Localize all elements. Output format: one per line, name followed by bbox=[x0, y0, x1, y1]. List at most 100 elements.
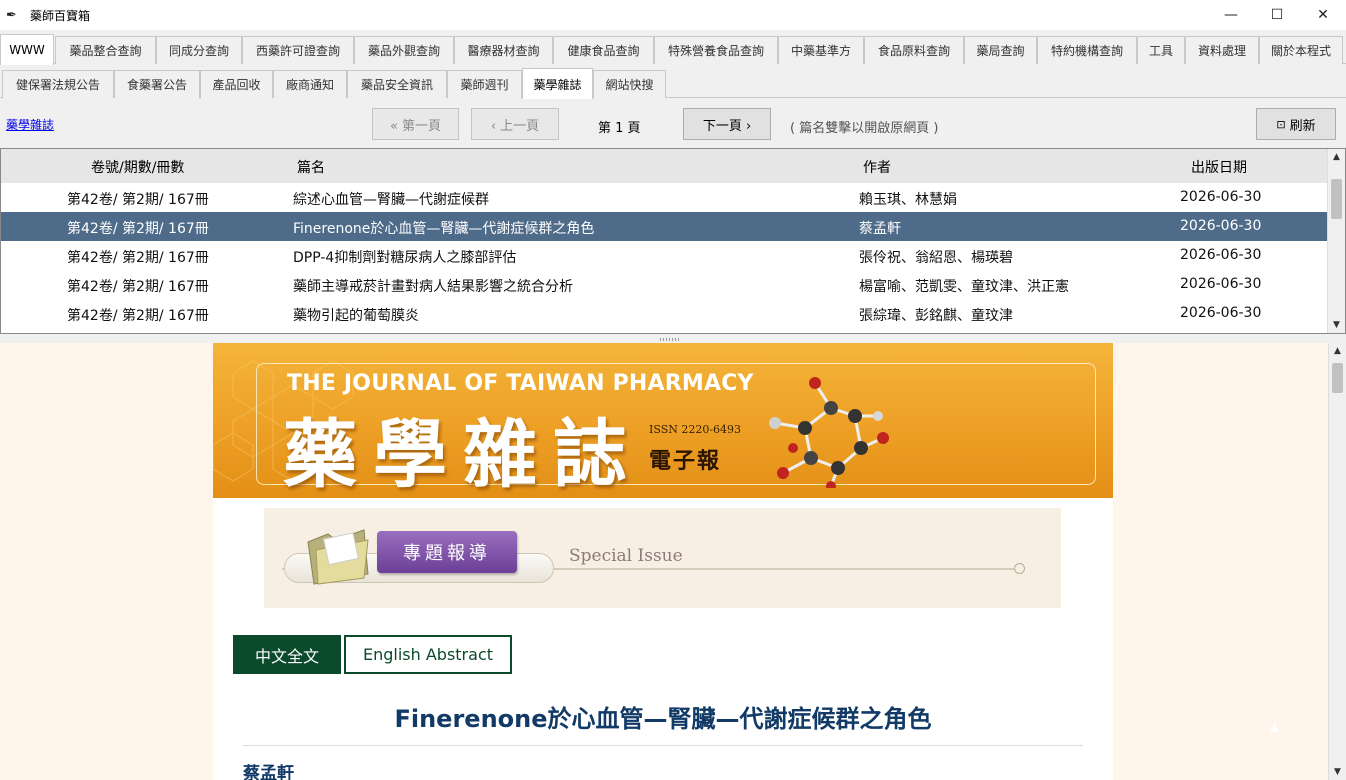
cell-author: 賴玉琪、林慧娟 bbox=[859, 192, 957, 208]
web-scroll-up-icon[interactable]: ▲ bbox=[1329, 344, 1346, 358]
journal-banner: THE JOURNAL OF TAIWAN PHARMACY 藥學雜誌 ISSN… bbox=[213, 343, 1113, 498]
cell-author: 蔡孟軒 bbox=[859, 221, 901, 237]
web-view: THE JOURNAL OF TAIWAN PHARMACY 藥學雜誌 ISSN… bbox=[0, 343, 1346, 780]
column-header-volume[interactable]: 卷號/期數/冊數 bbox=[91, 157, 184, 177]
web-page: THE JOURNAL OF TAIWAN PHARMACY 藥學雜誌 ISSN… bbox=[213, 343, 1113, 780]
cell-date: 2026-06-30 bbox=[1180, 189, 1262, 205]
window-controls: — ☐ ✕ bbox=[1208, 0, 1346, 30]
english-abstract-tab[interactable]: English Abstract bbox=[344, 635, 512, 674]
journal-link[interactable]: 藥學雜誌 bbox=[6, 116, 54, 133]
tab-appearance-search[interactable]: 藥品外觀查詢 bbox=[354, 36, 454, 64]
cell-volume: 第42卷/ 第2期/ 167冊 bbox=[67, 308, 209, 324]
main-tab-bar: WWW 藥品整合查詢 同成分查詢 西藥許可證查詢 藥品外觀查詢 醫療器材查詢 健… bbox=[0, 34, 1346, 65]
cell-date: 2026-06-30 bbox=[1180, 247, 1262, 263]
prev-page-button[interactable]: ‹ 上一頁 bbox=[471, 108, 559, 140]
cell-title: DPP-4抑制劑對糖尿病人之膝部評估 bbox=[293, 250, 517, 266]
tab-food-ingredient[interactable]: 食品原料查詢 bbox=[864, 36, 964, 64]
cell-title: 藥物引起的葡萄膜炎 bbox=[293, 308, 419, 324]
subtab-pharmacist-weekly[interactable]: 藥師週刊 bbox=[447, 70, 522, 98]
molecule-icon bbox=[769, 377, 889, 488]
refresh-button[interactable]: ⊡ 刷新 bbox=[1256, 108, 1336, 140]
sub-tab-bar: 健保署法規公告 食藥署公告 產品回收 廠商通知 藥品安全資訊 藥師週刊 藥學雜誌… bbox=[0, 68, 1346, 99]
tab-health-food[interactable]: 健康食品查詢 bbox=[553, 36, 654, 64]
table-row[interactable]: 第42卷/ 第2期/ 167冊 藥物引起的葡萄膜炎 張綜瑋、彭銘麒、童玟津 20… bbox=[1, 299, 1327, 328]
banner-chinese-title: 藥學雜誌 bbox=[283, 412, 643, 498]
subtab-product-recall[interactable]: 產品回收 bbox=[200, 70, 273, 98]
special-issue-badge: 專題報導 bbox=[377, 531, 517, 573]
special-dot-icon bbox=[1014, 563, 1025, 574]
scroll-up-icon[interactable]: ▲ bbox=[1328, 150, 1345, 164]
special-issue-english: Special Issue bbox=[569, 546, 683, 566]
feather-icon: ✒ bbox=[6, 7, 17, 23]
scroll-down-icon[interactable]: ▼ bbox=[1328, 318, 1345, 332]
column-header-author[interactable]: 作者 bbox=[863, 157, 891, 177]
article-table: 卷號/期數/冊數 篇名 作者 出版日期 第42卷/ 第2期/ 167冊 綜述心血… bbox=[0, 148, 1346, 334]
tab-pharmacy-search[interactable]: 藥局查詢 bbox=[964, 36, 1037, 64]
tab-medical-device[interactable]: 醫療器材查詢 bbox=[454, 36, 553, 64]
table-row[interactable]: 第42卷/ 第2期/ 167冊 DPP-4抑制劑對糖尿病人之膝部評估 張伶祝、翁… bbox=[1, 241, 1327, 270]
web-scroll-down-icon[interactable]: ▼ bbox=[1329, 765, 1346, 779]
article-divider bbox=[243, 745, 1083, 746]
tab-data-processing[interactable]: 資料處理 bbox=[1185, 36, 1259, 64]
banner-english-title: THE JOURNAL OF TAIWAN PHARMACY bbox=[287, 371, 754, 396]
special-issue-header: 專題報導 Special Issue bbox=[264, 508, 1061, 608]
article-author: 蔡孟軒 bbox=[243, 764, 294, 780]
scroll-thumb[interactable] bbox=[1331, 179, 1342, 219]
tab-license-search[interactable]: 西藥許可證查詢 bbox=[242, 36, 354, 64]
table-row[interactable]: 第42卷/ 第2期/ 167冊 藥師主導戒菸計畫對病人結果影響之統合分析 楊富喻… bbox=[1, 270, 1327, 299]
back-to-top-icon[interactable]: ▲ bbox=[1270, 719, 1279, 733]
refresh-icon: ⊡ bbox=[1276, 117, 1286, 131]
web-scroll-thumb[interactable] bbox=[1332, 363, 1343, 393]
tab-contracted-institution[interactable]: 特約機構查詢 bbox=[1037, 36, 1137, 64]
tab-tools[interactable]: 工具 bbox=[1137, 36, 1185, 64]
tab-special-nutrition[interactable]: 特殊營養食品查詢 bbox=[654, 36, 778, 64]
cell-author: 張伶祝、翁紹恩、楊瑛碧 bbox=[859, 250, 1013, 266]
article-title: Finerenone於心血管—腎臟—代謝症候群之角色 bbox=[394, 705, 932, 733]
window-title: 藥師百寶箱 bbox=[30, 8, 91, 23]
close-button[interactable]: ✕ bbox=[1300, 0, 1346, 30]
table-row-selected[interactable]: 第42卷/ 第2期/ 167冊 Finerenone於心血管—腎臟—代謝症候群之… bbox=[1, 212, 1327, 241]
first-page-button[interactable]: « 第一頁 bbox=[372, 108, 459, 140]
cell-date: 2026-06-30 bbox=[1180, 305, 1262, 321]
column-header-title[interactable]: 篇名 bbox=[297, 157, 325, 177]
cell-author: 張綜瑋、彭銘麒、童玟津 bbox=[859, 308, 1013, 324]
cell-volume: 第42卷/ 第2期/ 167冊 bbox=[67, 192, 209, 208]
subtab-nhi-announcements[interactable]: 健保署法規公告 bbox=[2, 70, 114, 98]
minimize-button[interactable]: — bbox=[1208, 0, 1254, 30]
cell-volume: 第42卷/ 第2期/ 167冊 bbox=[67, 250, 209, 266]
next-page-button[interactable]: 下一頁 › bbox=[683, 108, 771, 140]
page-indicator: 第 1 頁 bbox=[598, 121, 641, 136]
banner-issn: ISSN 2220-6493 bbox=[649, 423, 742, 436]
refresh-label: 刷新 bbox=[1289, 118, 1316, 134]
table-scrollbar[interactable]: ▲ ▼ bbox=[1327, 149, 1345, 333]
double-click-hint: ( 篇名雙擊以開啟原網頁 ) bbox=[790, 121, 939, 136]
banner-enewsletter: 電子報 bbox=[649, 449, 722, 474]
table-header: 卷號/期數/冊數 篇名 作者 出版日期 bbox=[1, 149, 1327, 183]
splitter-grip-icon[interactable] bbox=[660, 338, 680, 341]
subtab-pharmacy-journal[interactable]: 藥學雜誌 bbox=[522, 68, 593, 99]
journal-panel: 藥學雜誌 « 第一頁 ‹ 上一頁 第 1 頁 下一頁 › ( 篇名雙擊以開啟原網… bbox=[0, 98, 1346, 338]
chinese-fulltext-tab[interactable]: 中文全文 bbox=[233, 635, 341, 674]
cell-author: 楊富喻、范凱雯、童玟津、洪正憲 bbox=[859, 279, 1069, 295]
tab-www[interactable]: WWW bbox=[0, 34, 54, 65]
tab-same-ingredient[interactable]: 同成分查詢 bbox=[156, 36, 242, 64]
tab-chinese-medicine[interactable]: 中藥基準方 bbox=[778, 36, 864, 64]
cell-title: Finerenone於心血管—腎臟—代謝症候群之角色 bbox=[293, 221, 595, 237]
subtab-vendor-notice[interactable]: 廠商通知 bbox=[273, 70, 347, 98]
subtab-drug-safety[interactable]: 藥品安全資訊 bbox=[347, 70, 447, 98]
column-header-date[interactable]: 出版日期 bbox=[1191, 157, 1247, 177]
tab-about[interactable]: 關於本程式 bbox=[1259, 36, 1343, 64]
subtab-site-search[interactable]: 網站快搜 bbox=[593, 70, 666, 98]
web-scrollbar[interactable]: ▲ ▼ bbox=[1328, 343, 1346, 780]
cell-date: 2026-06-30 bbox=[1180, 276, 1262, 292]
tab-drug-integrated-search[interactable]: 藥品整合查詢 bbox=[55, 36, 156, 64]
folder-icon bbox=[307, 529, 369, 585]
table-row[interactable]: 第42卷/ 第2期/ 167冊 綜述心血管—腎臟—代謝症候群 賴玉琪、林慧娟 2… bbox=[1, 183, 1327, 212]
title-bar: ✒ 藥師百寶箱 — ☐ ✕ bbox=[0, 0, 1346, 30]
maximize-button[interactable]: ☐ bbox=[1254, 0, 1300, 30]
cell-title: 綜述心血管—腎臟—代謝症候群 bbox=[293, 192, 489, 208]
cell-date: 2026-06-30 bbox=[1180, 218, 1262, 234]
cell-volume: 第42卷/ 第2期/ 167冊 bbox=[67, 221, 209, 237]
subtab-fda-announcements[interactable]: 食藥署公告 bbox=[114, 70, 200, 98]
cell-title: 藥師主導戒菸計畫對病人結果影響之統合分析 bbox=[293, 279, 573, 295]
